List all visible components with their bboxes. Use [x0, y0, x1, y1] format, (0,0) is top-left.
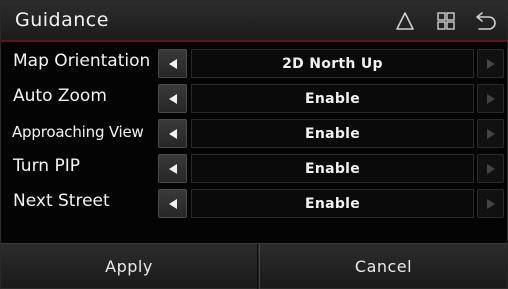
arrow-left-icon [168, 198, 177, 209]
arrow-left-icon [168, 58, 177, 69]
setting-row-approaching-view: Approaching View Enable [1, 118, 507, 149]
previous-option-button[interactable] [158, 84, 187, 113]
setting-value: Enable [191, 119, 474, 148]
setting-label: Turn PIP [13, 156, 80, 176]
previous-option-button[interactable] [158, 189, 187, 218]
previous-option-button[interactable] [158, 119, 187, 148]
setting-label: Next Street [13, 191, 110, 211]
setting-row-map-orientation: Map Orientation 2D North Up [1, 48, 507, 79]
cancel-button[interactable]: Cancel [259, 244, 507, 289]
page-title: Guidance [15, 9, 109, 31]
next-option-button[interactable] [477, 189, 504, 218]
back-icon[interactable] [472, 9, 498, 33]
arrow-right-icon [486, 163, 495, 174]
setting-label: Auto Zoom [13, 86, 107, 106]
arrow-left-icon [168, 93, 177, 104]
next-option-button[interactable] [477, 154, 504, 183]
previous-option-button[interactable] [158, 49, 187, 78]
arrow-left-icon [168, 163, 177, 174]
next-option-button[interactable] [477, 119, 504, 148]
menu-grid-icon[interactable] [433, 9, 459, 33]
setting-value: Enable [191, 189, 474, 218]
setting-label: Map Orientation [13, 51, 151, 71]
next-option-button[interactable] [477, 49, 504, 78]
footer-bar: Apply Cancel [1, 243, 507, 289]
guidance-screen: Guidance Map Orientation 2D North Up Aut… [0, 0, 508, 289]
header-bar: Guidance [1, 1, 507, 42]
arrow-right-icon [486, 198, 495, 209]
navigation-icon[interactable] [392, 9, 418, 33]
setting-row-next-street: Next Street Enable [1, 188, 507, 219]
arrow-right-icon [486, 93, 495, 104]
arrow-right-icon [486, 58, 495, 69]
setting-value: Enable [191, 154, 474, 183]
next-option-button[interactable] [477, 84, 504, 113]
setting-row-turn-pip: Turn PIP Enable [1, 153, 507, 184]
setting-value: Enable [191, 84, 474, 113]
arrow-left-icon [168, 128, 177, 139]
setting-row-auto-zoom: Auto Zoom Enable [1, 83, 507, 114]
previous-option-button[interactable] [158, 154, 187, 183]
setting-label: Approaching View [12, 123, 144, 141]
setting-value: 2D North Up [191, 49, 474, 78]
arrow-right-icon [486, 128, 495, 139]
apply-button[interactable]: Apply [1, 244, 258, 289]
